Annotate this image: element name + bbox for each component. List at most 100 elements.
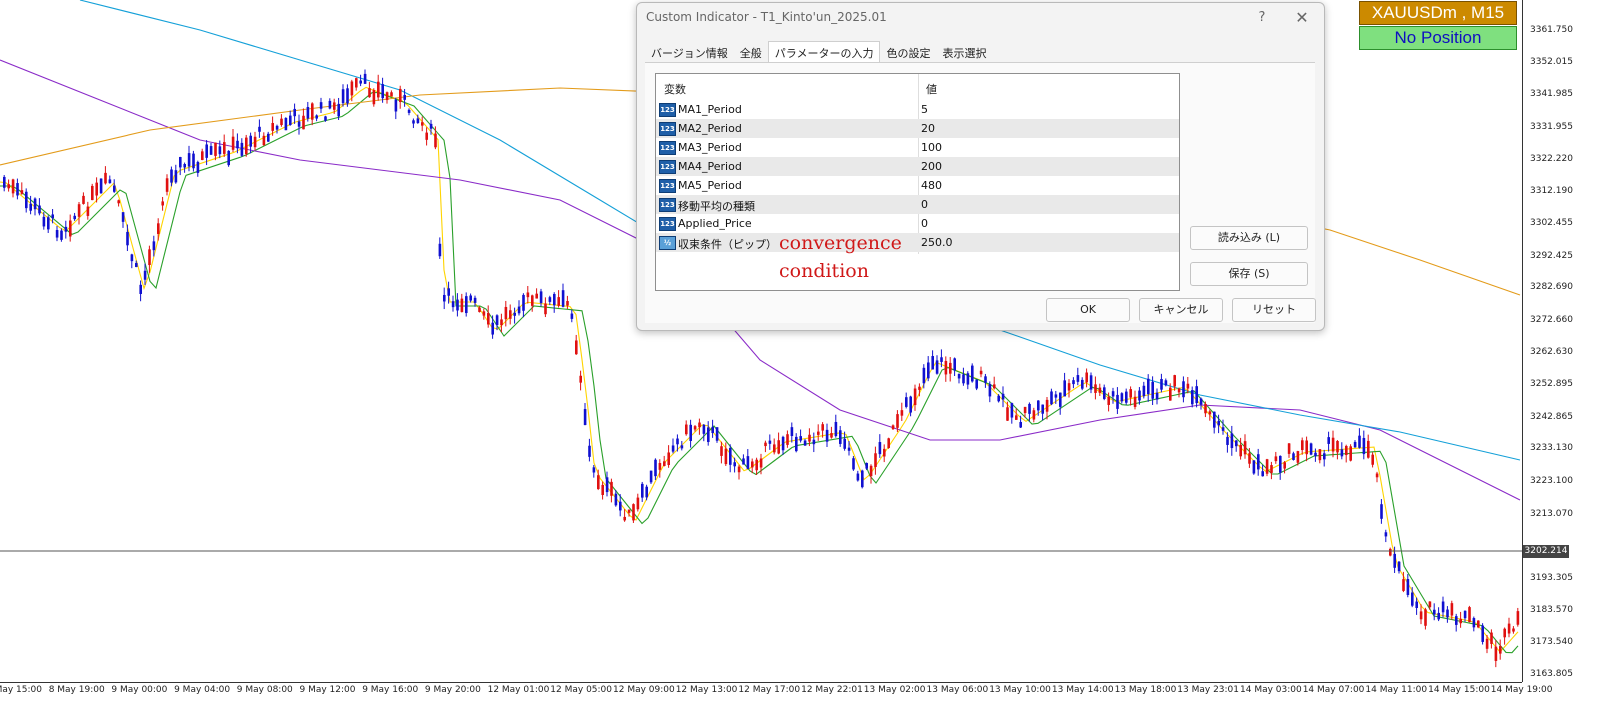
save-button[interactable]: 保存 (S) (1190, 262, 1308, 286)
candle-body (1182, 381, 1185, 398)
candle-body (1067, 383, 1071, 391)
candle-body (117, 200, 120, 204)
candle-body (473, 297, 477, 303)
candle-body (531, 295, 534, 306)
candle-body (663, 461, 666, 466)
candle-body (1477, 620, 1480, 628)
close-button[interactable]: ✕ (1291, 7, 1313, 29)
param-value[interactable]: 5 (921, 103, 928, 116)
table-row[interactable]: 123 MA5_Period 480 (656, 176, 1179, 195)
candle-body (1252, 460, 1256, 474)
table-row[interactable]: 123 MA4_Period 200 (656, 157, 1179, 176)
param-value[interactable]: 100 (921, 141, 942, 154)
candle-body (614, 493, 618, 506)
cancel-button[interactable]: キャンセル (1139, 298, 1223, 322)
price-tick-label: 3213.070 (1530, 508, 1573, 519)
candle-body (165, 178, 169, 192)
param-name: 移動平均の種類 (678, 200, 755, 213)
candle-body (130, 254, 134, 262)
candle-body (1006, 407, 1009, 421)
param-value[interactable]: 200 (921, 160, 942, 173)
candle-body (1199, 398, 1203, 405)
symbol-timeframe-badge: XAUUSDm , M15 (1359, 1, 1517, 25)
candle-body (601, 484, 604, 495)
time-tick-label: 9 May 12:00 (299, 685, 356, 695)
ok-button[interactable]: OK (1046, 298, 1130, 322)
candle-body (315, 115, 318, 119)
candle-body (447, 288, 450, 296)
candle-body (245, 137, 248, 155)
candle-body (1010, 403, 1014, 418)
table-row[interactable]: ½ 収束条件（ピップ） 250.0 (656, 233, 1179, 252)
column-header-variable[interactable]: 変数 (664, 81, 686, 97)
candle-body (86, 206, 90, 216)
candle-body (350, 81, 354, 96)
candle-body (1032, 410, 1036, 420)
param-value[interactable]: 480 (921, 179, 942, 192)
candle-body (817, 431, 820, 435)
candle-body (1037, 400, 1040, 411)
table-row[interactable]: 123 移動平均の種類 0 (656, 195, 1179, 214)
time-tick-label: 12 May 17:00 (738, 685, 801, 695)
tab-visualization[interactable]: 表示選択 (936, 42, 992, 62)
candle-body (1331, 437, 1335, 452)
param-value[interactable]: 250.0 (921, 236, 953, 249)
time-tick-label: 9 May 00:00 (111, 685, 168, 695)
table-row[interactable]: 123 MA3_Period 100 (656, 138, 1179, 157)
tab-version-info[interactable]: バージョン情報 (645, 42, 734, 62)
candle-body (1503, 628, 1506, 638)
candle-body (478, 307, 481, 312)
candle-body (438, 243, 442, 257)
table-row[interactable]: 123 Applied_Price 0 (656, 214, 1179, 233)
tab-general[interactable]: 全般 (734, 42, 768, 62)
candle-body (605, 477, 609, 493)
tab-parameters[interactable]: パラメーターの入力 (767, 41, 881, 64)
candle-body (1512, 628, 1515, 632)
candle-body (1472, 618, 1476, 628)
param-value[interactable]: 0 (921, 217, 928, 230)
candle-body (711, 426, 714, 434)
candle-body (874, 453, 877, 467)
candle-body (1455, 616, 1458, 625)
candle-body (619, 501, 622, 511)
candle-body (1213, 411, 1216, 428)
candle-body (1279, 455, 1282, 473)
candle-body (1160, 378, 1163, 390)
candle-body (658, 462, 662, 470)
candle-body (1490, 632, 1493, 644)
candle-body (460, 298, 464, 313)
candle-body (1406, 579, 1410, 595)
reset-button[interactable]: リセット (1232, 298, 1316, 322)
help-button[interactable]: ? (1251, 7, 1273, 29)
param-value[interactable]: 0 (921, 198, 928, 211)
param-value[interactable]: 20 (921, 122, 935, 135)
candle-body (1045, 399, 1049, 412)
candle-body (698, 422, 701, 428)
candle-body (707, 427, 710, 442)
candle-body (588, 445, 591, 457)
current-price-label: 3202.214 (1523, 545, 1569, 558)
candle-body (790, 427, 794, 437)
candle-body (671, 445, 675, 452)
candle-body (1287, 443, 1291, 454)
candle-body (381, 84, 384, 99)
integer-type-icon: 123 (659, 198, 676, 212)
candle-body (1265, 459, 1269, 474)
candle-body (1481, 625, 1484, 642)
tab-colors[interactable]: 色の設定 (880, 42, 936, 62)
candle-body (16, 183, 19, 196)
candle-body (1389, 548, 1392, 556)
annotation-text: convergence condition (779, 229, 902, 285)
table-row[interactable]: 123 MA1_Period 5 (656, 100, 1179, 119)
candle-body (29, 203, 32, 211)
candle-body (113, 185, 116, 192)
candle-body (856, 473, 860, 481)
candle-body (975, 379, 978, 389)
load-button[interactable]: 読み込み (L) (1190, 226, 1308, 250)
candle-body (1195, 386, 1198, 404)
candle-body (1243, 441, 1247, 455)
candle-body (152, 241, 156, 251)
table-row[interactable]: 123 MA2_Period 20 (656, 119, 1179, 138)
price-tick-label: 3331.955 (1530, 121, 1573, 132)
column-header-value[interactable]: 値 (926, 81, 937, 97)
